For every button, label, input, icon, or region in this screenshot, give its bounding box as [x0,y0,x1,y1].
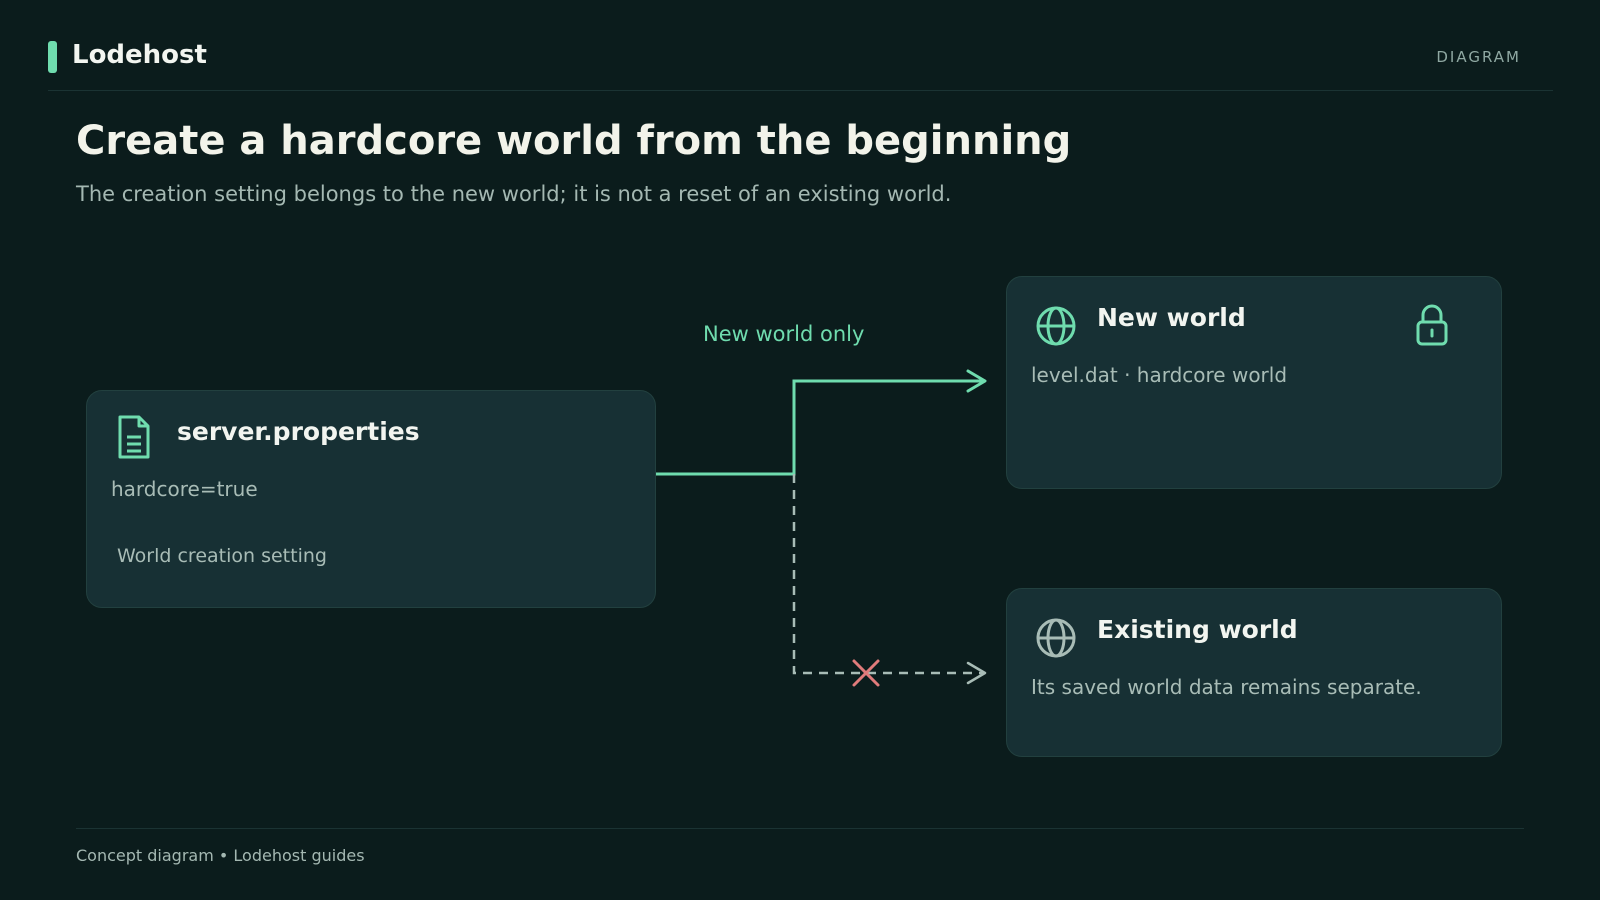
globe-icon [1036,618,1076,658]
edge-to-new-world [655,369,987,476]
node-server-properties[interactable]: server.properties hardcore=true World cr… [86,390,656,608]
node-title: Existing world [1097,615,1298,644]
document-icon [118,415,150,459]
footer-text: Concept diagram • Lodehost guides [76,846,365,865]
footer-divider [76,828,1524,829]
node-value: Its saved world data remains separate. [1031,675,1422,699]
node-existing-world[interactable]: Existing world Its saved world data rema… [1006,588,1502,757]
lock-icon [1416,304,1448,346]
globe-icon [1036,306,1076,346]
node-value: level.dat · hardcore world [1031,363,1288,387]
node-caption: World creation setting [117,545,327,567]
node-value: hardcore=true [111,477,258,501]
node-title: New world [1097,303,1246,332]
node-new-world[interactable]: New world level.dat · hardcore world [1006,276,1502,489]
node-title: server.properties [177,417,420,446]
edge-label-new-world-only: New world only [703,322,865,346]
edge-to-existing-world [792,474,987,685]
